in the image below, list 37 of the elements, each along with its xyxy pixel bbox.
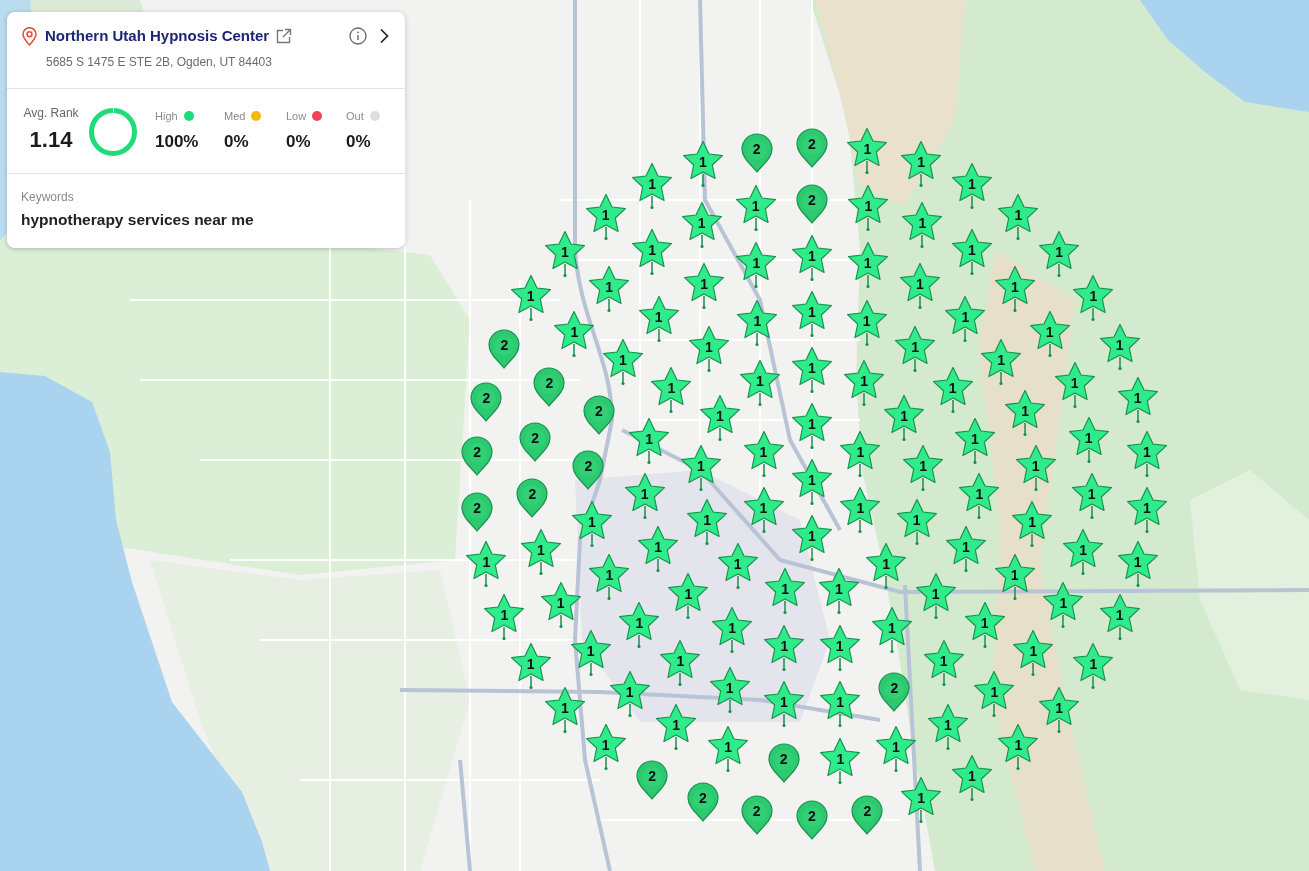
keywords-label: Keywords [21,190,75,204]
pin-marker[interactable]: 2 [878,672,911,713]
rank-category-percent: 0% [286,132,312,152]
rank-category-label: High [155,109,178,123]
business-address: 5685 S 1475 E STE 2B, Ogden, UT 84403 [45,54,273,70]
pin-marker[interactable]: 2 [796,800,828,840]
pin-marker[interactable]: 2 [796,184,828,224]
pin-marker[interactable]: 2 [488,329,521,369]
rank-category-percent: 0% [346,132,372,152]
pin-marker[interactable]: 2 [582,394,615,435]
rank-category-label: Out [346,109,364,123]
pin-marker[interactable]: 2 [686,781,719,822]
rank-category-label: Low [286,109,307,123]
avg-rank-label: Avg. Rank [23,106,79,120]
rank-category-percent: 100% [155,132,200,152]
pin-marker[interactable]: 2 [519,421,552,462]
external-link-icon[interactable] [276,28,293,44]
pin-marker[interactable]: 2 [470,381,503,422]
rank-category-label: Med [224,109,246,123]
pin-marker[interactable]: 2 [533,366,566,407]
rank-category-percent: 0% [224,132,250,152]
pin-marker[interactable]: 2 [740,132,773,173]
chevron-right-icon[interactable] [379,28,389,44]
location-pin-icon [22,26,37,46]
pin-marker[interactable]: 2 [461,436,494,477]
pin-marker[interactable]: 2 [796,128,828,168]
pin-marker[interactable]: 2 [461,491,494,532]
pin-marker[interactable]: 2 [516,478,549,519]
pin-marker[interactable]: 2 [636,759,669,800]
avg-rank-value: 1.14 [29,127,73,153]
business-name[interactable]: Northern Utah Hypnosis Center [45,26,270,46]
pin-marker[interactable]: 2 [851,795,884,836]
pin-marker[interactable]: 2 [767,742,800,783]
keyword-text: hypnotherapy services near me [21,210,255,230]
info-icon[interactable] [349,27,367,45]
pin-marker[interactable]: 2 [572,449,605,490]
pin-marker[interactable]: 2 [740,795,773,836]
